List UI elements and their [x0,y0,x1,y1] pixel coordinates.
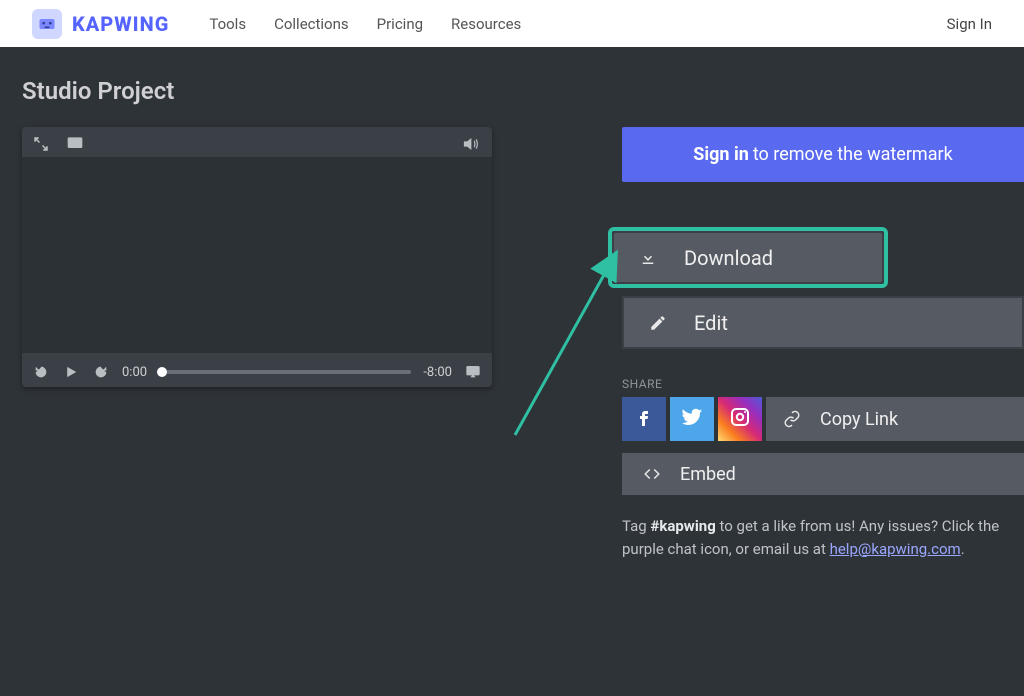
video-player[interactable]: 0:00 -8:00 [22,127,492,387]
nav-left: KAPWING Tools Collections Pricing Resour… [32,9,521,39]
forward-15-icon[interactable] [92,363,110,381]
top-nav: KAPWING Tools Collections Pricing Resour… [0,0,1024,47]
time-current: 0:00 [122,365,147,380]
facebook-icon [632,405,656,433]
edit-icon [648,313,668,333]
download-highlight: Download [608,227,888,288]
brand-name: KAPWING [72,12,169,36]
share-row: Copy Link [622,397,1024,441]
nav-right: Sign In [947,14,992,33]
fullscreen-icon[interactable] [32,135,50,153]
player-canvas [22,157,492,353]
signin-banner-rest: to remove the watermark [753,144,953,165]
signin-banner-bold: Sign in [693,144,749,165]
copy-link-label: Copy Link [820,409,898,430]
footer-post: . [961,540,965,558]
logo-mark-icon [32,9,62,39]
play-icon[interactable] [62,363,80,381]
nav-link-collections[interactable]: Collections [274,15,349,33]
nav-link-resources[interactable]: Resources [451,15,521,33]
brand-logo[interactable]: KAPWING [32,9,169,39]
instagram-icon [728,405,752,433]
page-title: Studio Project [22,77,1024,105]
share-instagram[interactable] [718,397,762,441]
share-label: SHARE [622,377,1024,391]
download-icon [638,248,658,268]
signin-banner[interactable]: Sign in to remove the watermark [622,127,1024,182]
right-column: Sign in to remove the watermark Download… [622,127,1024,560]
nav-link-tools[interactable]: Tools [209,15,246,33]
main-columns: 0:00 -8:00 Sign in to remove the waterma… [22,127,1024,560]
time-remaining: -8:00 [423,365,452,380]
footer-email-link[interactable]: help@kapwing.com [830,540,961,558]
nav-link-pricing[interactable]: Pricing [377,15,423,33]
embed-icon [642,464,662,484]
edit-button[interactable]: Edit [622,296,1024,349]
twitter-icon [680,405,704,433]
footer-hashtag: #kapwing [650,517,715,535]
embed-button[interactable]: Embed [622,453,1024,495]
seek-track[interactable] [159,370,411,374]
rewind-15-icon[interactable] [32,363,50,381]
link-icon [782,409,802,429]
download-label: Download [684,246,773,270]
pip-icon[interactable] [66,135,84,153]
download-button[interactable]: Download [612,231,884,284]
footer-text: Tag #kapwing to get a like from us! Any … [622,515,1002,560]
airplay-icon[interactable] [464,363,482,381]
nav-links: Tools Collections Pricing Resources [209,15,521,33]
player-bottom-controls: 0:00 -8:00 [32,363,482,381]
nav-signin[interactable]: Sign In [947,15,992,33]
footer-pre: Tag [622,517,650,535]
page-body: Studio Project [0,47,1024,560]
volume-icon[interactable] [462,135,480,153]
embed-label: Embed [680,464,736,485]
share-twitter[interactable] [670,397,714,441]
copy-link-button[interactable]: Copy Link [766,397,1024,441]
edit-label: Edit [694,311,728,335]
player-top-controls [32,135,84,153]
seek-thumb[interactable] [157,367,167,377]
share-facebook[interactable] [622,397,666,441]
